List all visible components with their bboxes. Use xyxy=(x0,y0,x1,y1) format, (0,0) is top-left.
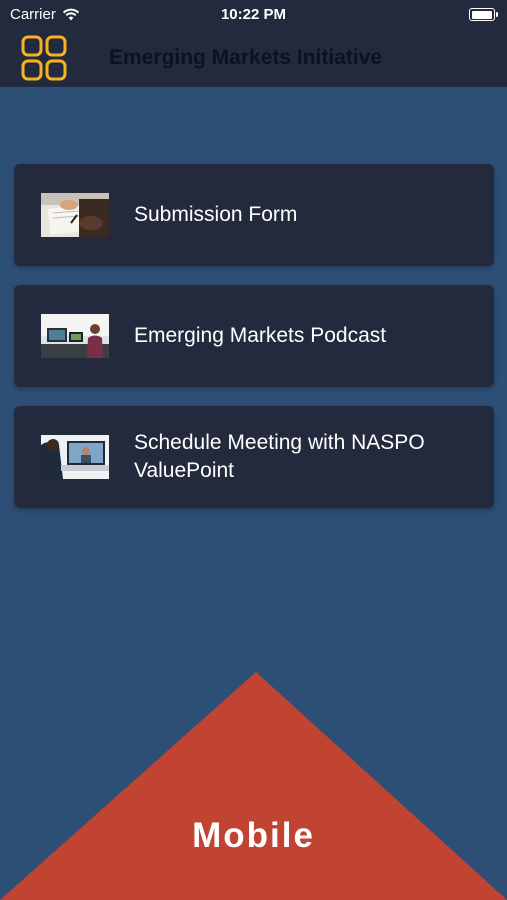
menu-list: Submission Form Emerging Markets Podcast xyxy=(14,164,494,527)
battery-icon xyxy=(469,8,498,21)
menu-item-label: Submission Form xyxy=(134,203,298,226)
document-signing-photo xyxy=(41,193,109,237)
menu-item-label: Emerging Markets Podcast xyxy=(134,324,387,347)
menu-item-schedule-meeting[interactable]: Schedule Meeting with NASPO ValuePoint xyxy=(14,406,494,508)
status-bar: Carrier 10:22 PM xyxy=(0,0,507,30)
podcast-studio-photo xyxy=(41,314,109,358)
menu-item-podcast[interactable]: Emerging Markets Podcast xyxy=(14,285,494,387)
battery-level xyxy=(471,10,492,19)
nav-bar: Emerging Markets Initiative xyxy=(0,30,507,87)
video-meeting-photo xyxy=(41,435,109,479)
grid-icon[interactable] xyxy=(20,34,68,82)
clock: 10:22 PM xyxy=(220,6,287,23)
menu-item-submission-form[interactable]: Submission Form xyxy=(14,164,494,266)
mobile-label: Mobile xyxy=(192,816,315,855)
page-title: Emerging Markets Initiative xyxy=(109,46,383,69)
menu-item-label: Schedule Meeting with NASPO ValuePoint xyxy=(134,431,425,482)
mobile-triangle[interactable] xyxy=(0,672,507,900)
